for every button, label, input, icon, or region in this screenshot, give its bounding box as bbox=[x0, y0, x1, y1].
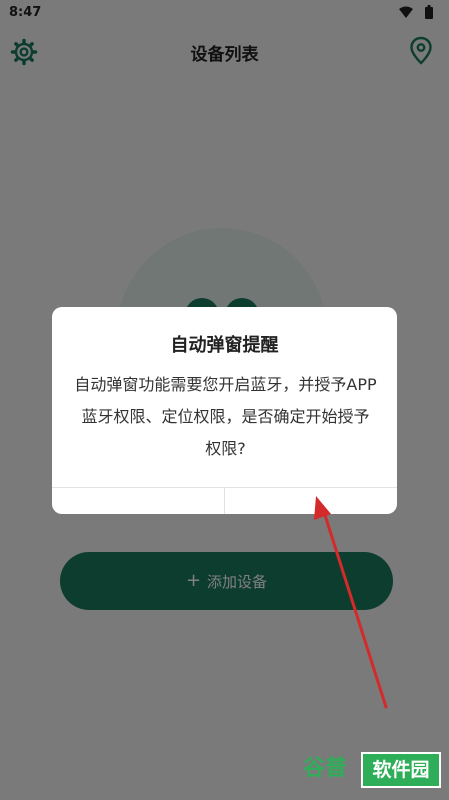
screen: 8:47 bbox=[0, 0, 449, 800]
watermark-box-text: 软件园 bbox=[361, 752, 441, 788]
watermark-logo: 谷普 软件园 bbox=[303, 750, 441, 788]
annotation-arrow-icon bbox=[314, 496, 388, 709]
watermark-left-text: 谷普 bbox=[303, 756, 348, 781]
